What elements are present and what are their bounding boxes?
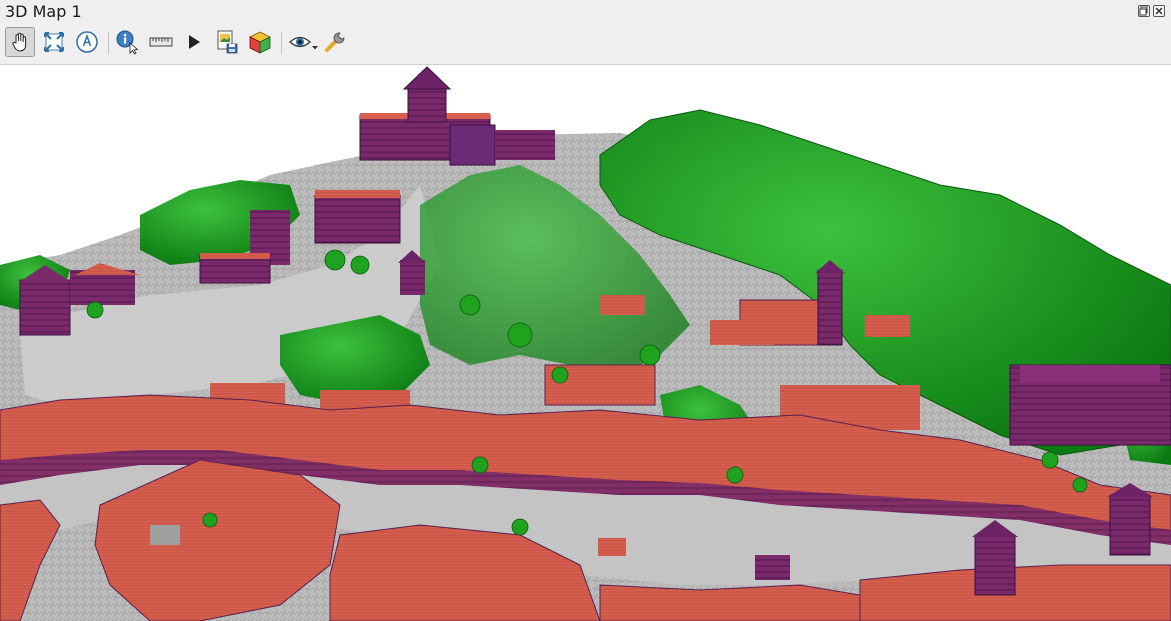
measure-line-button[interactable] (146, 27, 176, 57)
zoom-full-button[interactable] (39, 27, 69, 57)
toolbar-separator (281, 32, 282, 54)
compass-icon (76, 31, 98, 53)
ruler-icon (149, 37, 173, 47)
eye-icon (289, 36, 318, 50)
save-image-icon (217, 30, 238, 54)
cube-icon (249, 31, 271, 54)
map-3d-toolbar (0, 24, 1171, 65)
play-icon (189, 35, 200, 49)
wrench-icon (325, 32, 345, 52)
window-controls (1138, 5, 1165, 17)
zoom-full-icon (44, 32, 64, 52)
toolbar-separator (108, 32, 109, 54)
export-3d-scene-button[interactable] (245, 27, 275, 57)
restore-icon[interactable] (1138, 5, 1150, 17)
identify-icon (116, 30, 139, 55)
close-icon[interactable] (1153, 5, 1165, 17)
configure-button[interactable] (320, 27, 350, 57)
window-titlebar: 3D Map 1 (0, 0, 1171, 24)
identify-button[interactable] (113, 27, 143, 57)
camera-north-button[interactable] (72, 27, 102, 57)
window-title: 3D Map 1 (5, 2, 82, 21)
map-3d-canvas[interactable] (0, 65, 1171, 621)
scene-render (0, 65, 1171, 621)
view-options-button[interactable] (286, 27, 322, 57)
save-image-button[interactable] (212, 27, 242, 57)
hand-icon (12, 32, 27, 52)
animation-button[interactable] (179, 27, 209, 57)
pan-tool-button[interactable] (5, 27, 35, 57)
